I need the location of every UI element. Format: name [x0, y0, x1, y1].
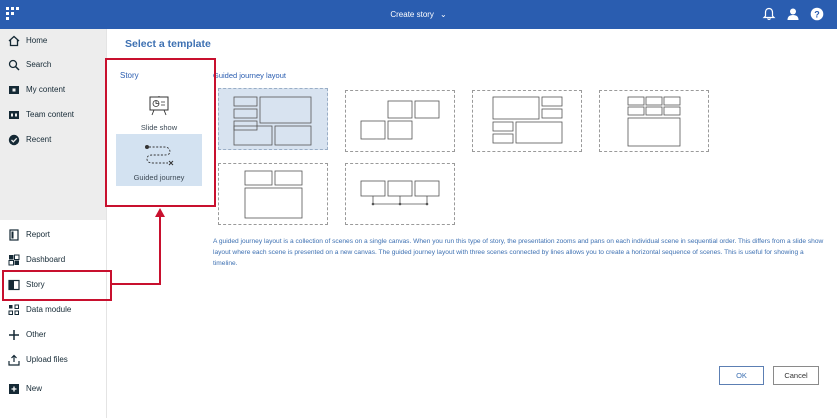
annotation-highlight-story-panel: [105, 58, 216, 207]
user-icon[interactable]: [786, 7, 800, 21]
layout-thumbnail: [492, 96, 563, 144]
layout-thumbnail: [360, 180, 440, 206]
clock-icon: [8, 134, 20, 146]
team-folder-icon: [9, 111, 19, 119]
layout-thumbnail: [360, 100, 440, 140]
story-title[interactable]: Create story: [390, 10, 434, 19]
ok-button[interactable]: OK: [719, 366, 764, 385]
page-title: Select a template: [125, 38, 211, 50]
nav-item-report[interactable]: Report: [0, 223, 106, 247]
notification-icon[interactable]: [762, 7, 776, 21]
nav-item-dashboard[interactable]: Dashboard: [0, 248, 106, 272]
nav-item-home[interactable]: Home: [0, 29, 106, 53]
help-icon[interactable]: ?: [810, 7, 824, 21]
layout-option-3[interactable]: [472, 90, 582, 152]
nav-item-recent[interactable]: Recent: [0, 128, 106, 152]
left-navigation: Home Search My content Team content Rece…: [0, 29, 106, 418]
search-icon: [8, 59, 20, 71]
annotation-arrow-line: [111, 283, 160, 285]
nav-item-upload-files[interactable]: Upload files: [0, 348, 106, 372]
svg-text:?: ?: [814, 9, 820, 19]
annotation-arrow-head: [155, 208, 165, 217]
home-icon: [8, 35, 20, 47]
layout-thumbnail: [244, 170, 303, 219]
annotation-arrow-line: [159, 216, 161, 285]
layout-option-4[interactable]: [599, 90, 709, 152]
upload-icon: [8, 354, 20, 366]
layout-option-5[interactable]: [218, 163, 328, 225]
layout-thumbnail: [627, 96, 681, 147]
layout-option-6[interactable]: [345, 163, 455, 225]
nav-item-team-content[interactable]: Team content: [0, 103, 106, 127]
layout-thumbnail: [233, 96, 312, 146]
layout-option-2[interactable]: [345, 90, 455, 152]
report-icon: [9, 229, 19, 241]
layout-description: A guided journey layout is a collection …: [213, 238, 824, 267]
app-logo-icon[interactable]: [6, 7, 20, 21]
nav-item-other[interactable]: Other: [0, 323, 106, 347]
plus-icon: [9, 330, 19, 340]
chevron-down-icon[interactable]: ⌄: [440, 0, 447, 29]
nav-item-data-module[interactable]: Data module: [0, 298, 106, 322]
cancel-button[interactable]: Cancel: [773, 366, 819, 385]
new-icon: [9, 384, 19, 394]
nav-item-my-content[interactable]: My content: [0, 78, 106, 102]
nav-item-search[interactable]: Search: [0, 53, 106, 77]
nav-item-new[interactable]: New: [0, 377, 106, 401]
layout-option-1[interactable]: [218, 88, 328, 150]
folder-icon: [9, 86, 19, 94]
nav-top-section: Home Search My content Team content Rece…: [0, 29, 106, 220]
data-module-icon: [8, 304, 19, 315]
annotation-highlight-story-nav: [2, 270, 112, 301]
dashboard-icon: [8, 254, 20, 266]
layouts-section-label: Guided journey layout: [213, 71, 286, 80]
top-bar: Create story ⌄ ?: [0, 0, 837, 29]
